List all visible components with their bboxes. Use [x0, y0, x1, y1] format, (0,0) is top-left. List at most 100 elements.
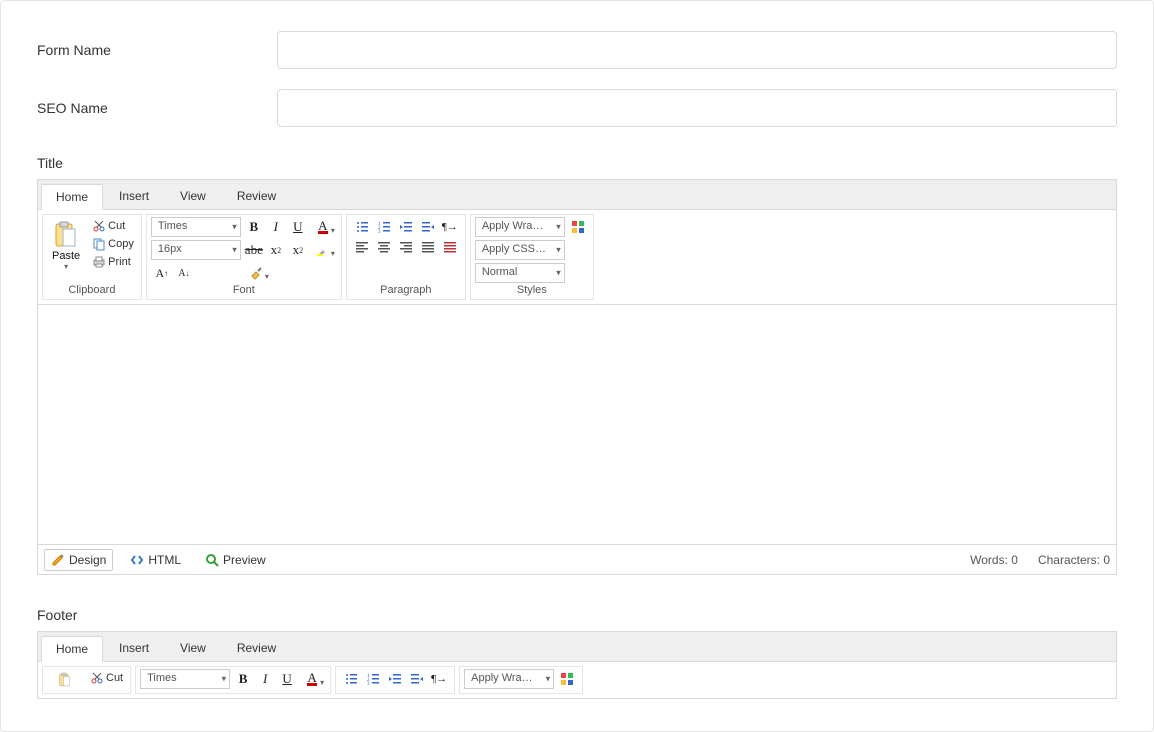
- print-icon: [92, 255, 106, 269]
- tab-view[interactable]: View: [165, 183, 221, 209]
- align-center-icon: [377, 240, 391, 254]
- cut-button[interactable]: Cut: [89, 217, 137, 235]
- font-family-select[interactable]: Times: [151, 217, 241, 237]
- italic-button[interactable]: I: [265, 217, 287, 237]
- title-section-label: Title: [37, 155, 1117, 171]
- words-value: 0: [1011, 553, 1018, 567]
- tab-home[interactable]: Home: [41, 184, 103, 210]
- footer-group-font: Times B I U A: [135, 666, 331, 694]
- chars-value: 0: [1103, 553, 1110, 567]
- print-label: Print: [108, 256, 131, 268]
- outdent-icon: [399, 220, 413, 234]
- remove-align-icon: [443, 240, 457, 254]
- footer-underline-button[interactable]: U: [276, 669, 298, 689]
- block-format-select[interactable]: Normal: [475, 263, 565, 283]
- underline-button[interactable]: U: [287, 217, 309, 237]
- svg-text:3: 3: [378, 230, 381, 234]
- align-right-button[interactable]: [395, 237, 417, 257]
- copy-button[interactable]: Copy: [89, 235, 137, 253]
- mode-design[interactable]: Design: [44, 549, 113, 571]
- footer-tab-review[interactable]: Review: [222, 635, 291, 661]
- bold-button[interactable]: B: [243, 217, 265, 237]
- number-list-button[interactable]: 123: [373, 217, 395, 237]
- apply-wrapper-select[interactable]: Apply Wrapper: [475, 217, 565, 237]
- font-color-button[interactable]: A: [309, 217, 337, 237]
- footer-ltr-button[interactable]: ¶→: [428, 669, 450, 689]
- font-size-select[interactable]: 16px: [151, 240, 241, 260]
- clipboard-group-title: Clipboard: [47, 283, 137, 297]
- grow-font-button[interactable]: A↑: [151, 263, 173, 283]
- colors-icon: [560, 672, 574, 686]
- footer-italic-button[interactable]: I: [254, 669, 276, 689]
- mode-design-label: Design: [69, 553, 106, 567]
- tab-insert[interactable]: Insert: [104, 183, 164, 209]
- colors-button[interactable]: [567, 217, 589, 237]
- remove-align-button[interactable]: [439, 237, 461, 257]
- footer-editor-ribbon: Cut Times B I U A: [38, 662, 1116, 698]
- align-left-button[interactable]: [351, 237, 373, 257]
- footer-tab-home[interactable]: Home: [41, 636, 103, 662]
- footer-bold-button[interactable]: B: [232, 669, 254, 689]
- mode-preview-label: Preview: [223, 553, 266, 567]
- words-stat: Words: 0: [970, 553, 1018, 567]
- footer-apply-wrapper-select[interactable]: Apply Wrapper: [464, 669, 554, 689]
- footer-number-list-button[interactable]: 123: [362, 669, 384, 689]
- scissors-icon: [90, 671, 104, 685]
- format-painter-button[interactable]: [243, 263, 271, 283]
- align-center-button[interactable]: [373, 237, 395, 257]
- footer-outdent-button[interactable]: [384, 669, 406, 689]
- group-font: Times 16px A↑ A↓ B I U A: [146, 214, 342, 300]
- title-editor: Home Insert View Review Paste ▾: [37, 179, 1117, 575]
- footer-indent-button[interactable]: [406, 669, 428, 689]
- footer-cut-label: Cut: [106, 672, 123, 684]
- group-paragraph: 123 ¶→: [346, 214, 466, 300]
- footer-colors-button[interactable]: [556, 669, 578, 689]
- footer-paste-button[interactable]: [47, 669, 83, 691]
- number-list-icon: 123: [377, 220, 391, 234]
- print-button[interactable]: Print: [89, 253, 137, 271]
- footer-tab-insert[interactable]: Insert: [104, 635, 164, 661]
- paste-icon: [53, 220, 79, 250]
- svg-text:3: 3: [367, 682, 370, 686]
- paragraph-group-title: Paragraph: [351, 283, 461, 297]
- paste-label: Paste: [52, 250, 80, 262]
- justify-icon: [421, 240, 435, 254]
- footer-section-label: Footer: [37, 607, 1117, 623]
- copy-icon: [92, 237, 106, 251]
- outdent-button[interactable]: [395, 217, 417, 237]
- footer-font-family-select[interactable]: Times: [140, 669, 230, 689]
- highlight-color-button[interactable]: [309, 240, 337, 260]
- shrink-font-button[interactable]: A↓: [173, 263, 195, 283]
- indent-button[interactable]: [417, 217, 439, 237]
- bullet-list-icon: [344, 672, 358, 686]
- seo-name-input[interactable]: [277, 89, 1117, 127]
- editor-canvas[interactable]: [38, 304, 1116, 544]
- chars-stat: Characters: 0: [1038, 553, 1110, 567]
- code-icon: [130, 553, 144, 567]
- brush-icon: [250, 266, 264, 280]
- strikethrough-button[interactable]: abe: [243, 240, 265, 260]
- paste-button[interactable]: Paste ▾: [47, 217, 85, 274]
- number-list-icon: 123: [366, 672, 380, 686]
- subscript-button[interactable]: x2: [287, 240, 309, 260]
- pencil-icon: [51, 553, 65, 567]
- copy-label: Copy: [108, 238, 134, 250]
- form-name-input[interactable]: [277, 31, 1117, 69]
- scissors-icon: [92, 219, 106, 233]
- ltr-button[interactable]: ¶→: [439, 217, 461, 237]
- editor-ribbon: Paste ▾ Cut Copy: [38, 210, 1116, 304]
- footer-font-color-button[interactable]: A: [298, 669, 326, 689]
- apply-css-select[interactable]: Apply CSS …: [475, 240, 565, 260]
- footer-cut-button[interactable]: Cut: [87, 669, 126, 687]
- editor-tabbar: Home Insert View Review: [38, 180, 1116, 210]
- justify-button[interactable]: [417, 237, 439, 257]
- mode-html[interactable]: HTML: [123, 549, 188, 571]
- footer-bullet-list-button[interactable]: [340, 669, 362, 689]
- highlight-icon: [317, 244, 329, 256]
- mode-preview[interactable]: Preview: [198, 549, 273, 571]
- footer-tab-view[interactable]: View: [165, 635, 221, 661]
- bullet-list-button[interactable]: [351, 217, 373, 237]
- tab-review[interactable]: Review: [222, 183, 291, 209]
- font-group-title: Font: [151, 283, 337, 297]
- superscript-button[interactable]: x2: [265, 240, 287, 260]
